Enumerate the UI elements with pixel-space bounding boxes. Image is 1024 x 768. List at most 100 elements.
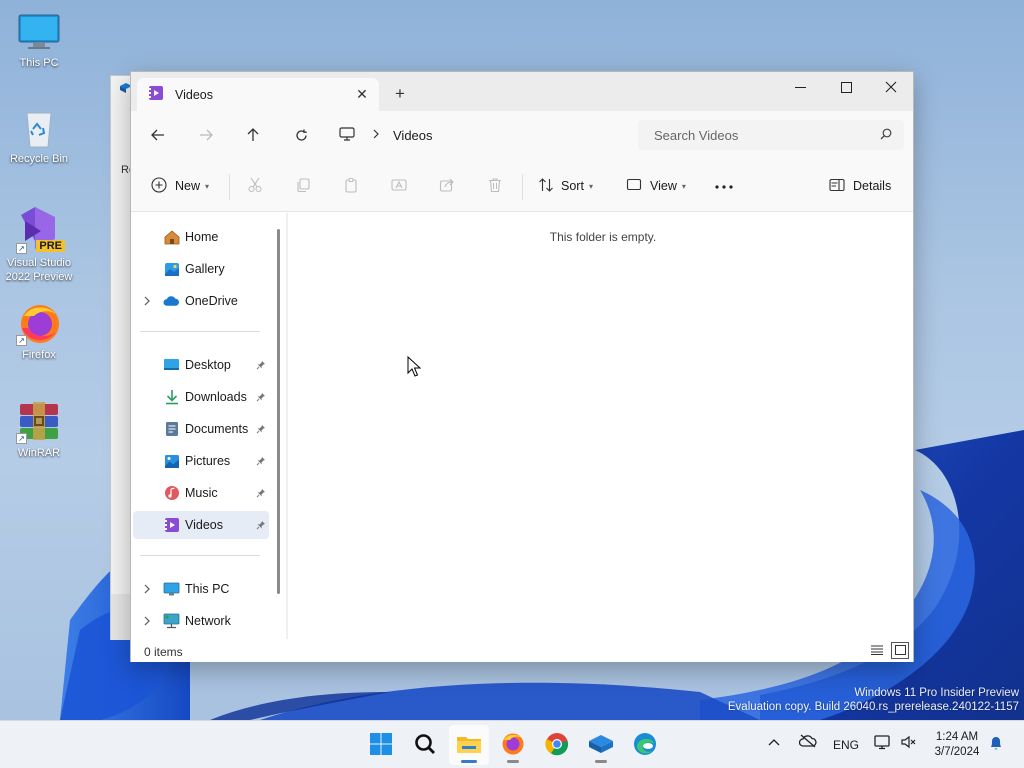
nav-item-music[interactable]: Music xyxy=(133,479,269,507)
home-icon xyxy=(163,229,180,245)
details-view-button[interactable] xyxy=(868,642,886,659)
desktop-icon-label: Firefox xyxy=(22,349,56,361)
file-list[interactable]: This folder is empty. xyxy=(288,213,913,639)
desktop-icon-label: This PC xyxy=(19,57,59,69)
up-button[interactable] xyxy=(240,123,266,147)
chevron-down-icon: ▾ xyxy=(681,181,686,191)
pin-icon[interactable] xyxy=(256,519,266,533)
breadcrumb-videos[interactable]: Videos xyxy=(393,128,433,143)
nav-item-documents[interactable]: Documents xyxy=(133,415,269,443)
cloud-icon xyxy=(163,293,180,309)
shortcut-arrow-icon: ↗ xyxy=(16,243,27,254)
delete-button[interactable] xyxy=(487,171,503,201)
rename-button[interactable] xyxy=(391,171,409,201)
running-indicator xyxy=(595,760,607,763)
new-button[interactable]: New ▾ xyxy=(151,171,209,201)
refresh-button[interactable] xyxy=(288,123,314,147)
chevron-right-icon xyxy=(144,615,150,629)
details-button[interactable]: Details xyxy=(829,171,891,201)
gallery-icon xyxy=(163,261,180,277)
view-label: View xyxy=(650,179,677,193)
tiles-view-button[interactable] xyxy=(891,642,909,659)
forward-button[interactable] xyxy=(193,123,219,147)
clock[interactable]: 1:24 AM 3/7/2024 xyxy=(924,730,990,760)
chevron-down-icon: ▾ xyxy=(205,181,210,191)
nav-label: Desktop xyxy=(185,358,231,372)
search-icon xyxy=(414,733,436,758)
music-icon xyxy=(163,485,180,501)
search-icon xyxy=(880,128,892,143)
taskbar-file-explorer[interactable] xyxy=(449,725,489,765)
close-tab-icon[interactable]: ✕ xyxy=(349,86,375,103)
taskbar-edge[interactable] xyxy=(625,725,665,765)
search-input[interactable]: Search Videos xyxy=(638,120,904,150)
desktop-icon-firefox[interactable]: ↗ Firefox xyxy=(2,302,76,362)
search-button[interactable] xyxy=(405,725,445,765)
network-tray-button[interactable] xyxy=(874,734,892,753)
nav-label: Pictures xyxy=(185,454,231,468)
chevron-right-icon xyxy=(144,295,150,309)
back-button[interactable] xyxy=(145,123,171,147)
new-tab-button[interactable]: + xyxy=(387,82,413,108)
copy-button[interactable] xyxy=(295,171,311,201)
address-box[interactable]: Videos xyxy=(339,120,629,150)
paste-button[interactable] xyxy=(343,171,359,201)
desktop-icon-recycle-bin[interactable]: Recycle Bin xyxy=(2,106,76,166)
language-indicator[interactable]: ENG xyxy=(833,738,859,752)
winrar-icon: ↗ xyxy=(15,400,63,444)
recycle-bin-icon xyxy=(15,106,63,150)
view-button[interactable]: View ▾ xyxy=(626,171,686,201)
volume-tray-button[interactable] xyxy=(901,735,917,752)
taskbar-chrome[interactable] xyxy=(537,725,577,765)
rename-icon xyxy=(391,177,409,196)
watermark-line: Windows 11 Pro Insider Preview xyxy=(854,687,1019,699)
firefox-icon: ↗ xyxy=(15,302,63,346)
nav-item-pictures[interactable]: Pictures xyxy=(133,447,269,475)
minimize-button[interactable] xyxy=(777,72,823,102)
nav-item-gallery[interactable]: Gallery xyxy=(133,255,269,283)
windows-logo-icon xyxy=(369,732,393,759)
cut-button[interactable] xyxy=(247,171,263,201)
nav-item-videos[interactable]: Videos xyxy=(133,511,269,539)
nav-item-desktop[interactable]: Desktop xyxy=(133,351,269,379)
monitor-icon xyxy=(15,10,63,54)
desktop-icon-visual-studio[interactable]: PRE ↗ Visual Studio 2022 Preview xyxy=(2,202,76,284)
pin-icon[interactable] xyxy=(256,359,266,373)
nav-divider xyxy=(140,331,260,332)
file-explorer-window[interactable]: Videos ✕ + Videos Search Videos New ▾ So… xyxy=(130,71,914,662)
desktop-icon-label: Visual Studio 2022 Preview xyxy=(5,257,73,283)
pin-icon[interactable] xyxy=(256,423,266,437)
taskbar-app[interactable] xyxy=(581,725,621,765)
chevron-right-icon xyxy=(144,583,150,597)
cloud-off-icon xyxy=(798,734,817,751)
show-hidden-icons-button[interactable] xyxy=(768,735,780,749)
chevron-down-icon: ▾ xyxy=(588,181,593,191)
nav-item-onedrive[interactable]: OneDrive xyxy=(133,287,269,315)
empty-folder-message: This folder is empty. xyxy=(549,230,657,244)
tab-videos[interactable]: Videos ✕ xyxy=(137,78,379,111)
share-button[interactable] xyxy=(439,171,455,201)
pin-icon[interactable] xyxy=(256,455,266,469)
onedrive-tray-button[interactable] xyxy=(798,734,817,751)
desktop-icon-this-pc[interactable]: This PC xyxy=(2,10,76,70)
network-status-icon xyxy=(874,735,892,753)
maximize-button[interactable] xyxy=(823,72,869,102)
nav-label: Home xyxy=(185,230,219,244)
sort-button[interactable]: Sort ▾ xyxy=(538,171,593,201)
notifications-button[interactable] xyxy=(989,735,1003,754)
nav-item-downloads[interactable]: Downloads xyxy=(133,383,269,411)
pre-badge: PRE xyxy=(36,240,65,252)
more-options-button[interactable] xyxy=(714,171,734,201)
taskbar-firefox[interactable] xyxy=(493,725,533,765)
close-window-button[interactable] xyxy=(868,72,914,102)
nav-item-this-pc[interactable]: This PC xyxy=(133,575,269,603)
nav-item-home[interactable]: Home xyxy=(133,223,269,251)
pin-icon[interactable] xyxy=(256,391,266,405)
nav-scrollbar[interactable] xyxy=(277,229,280,594)
title-bar[interactable]: Videos ✕ + xyxy=(131,72,913,111)
start-button[interactable] xyxy=(361,725,401,765)
desktop-icon-winrar[interactable]: ↗ WinRAR xyxy=(2,400,76,460)
nav-item-network[interactable]: Network xyxy=(133,607,269,635)
pin-icon[interactable] xyxy=(256,487,266,501)
nav-label: This PC xyxy=(185,582,230,596)
